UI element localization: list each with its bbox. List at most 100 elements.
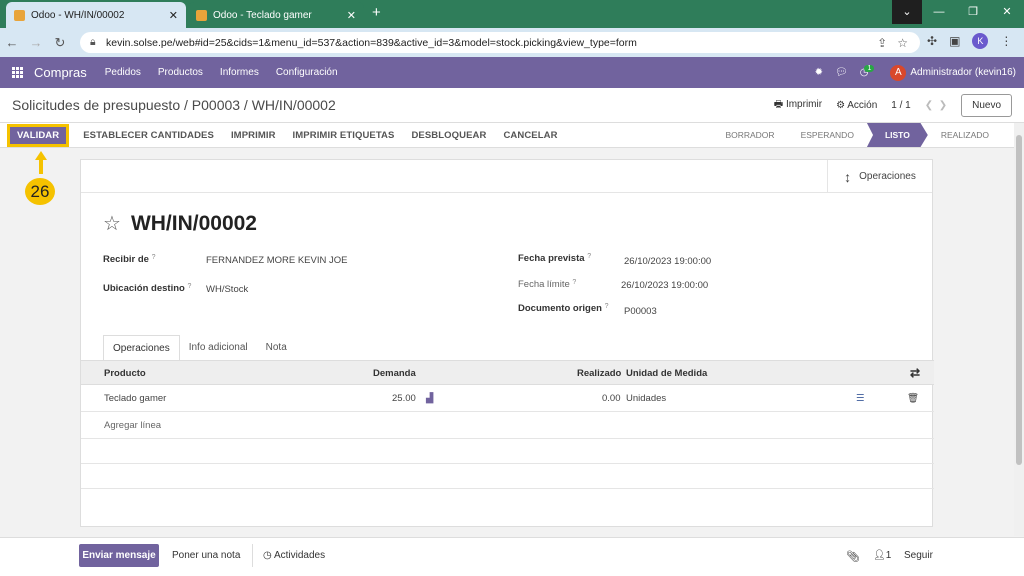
menu-pedidos[interactable]: Pedidos <box>105 67 141 78</box>
column-settings-icon[interactable]: ⇄ <box>910 366 920 380</box>
operations-smart-button[interactable]: ↕ Operaciones <box>827 160 932 193</box>
browser-tab-inactive[interactable]: Odoo - Teclado gamer ✕ <box>188 2 364 28</box>
ubicacion-value[interactable]: WH/Stock <box>206 284 248 295</box>
table-row[interactable]: Teclado gamer 25.00 ▟ 0.00 Unidades ☰ 🗑︎ <box>81 385 934 412</box>
row-product[interactable]: Teclado gamer <box>104 393 166 404</box>
pager-value[interactable]: 1 / 1 <box>891 100 910 111</box>
validate-button[interactable]: VALIDAR <box>6 123 70 147</box>
set-quantities-button[interactable]: ESTABLECER CANTIDADES <box>83 130 214 141</box>
page-scrollbar[interactable] <box>1014 123 1024 536</box>
window-controls: ⌄ — ❐ ✕ <box>892 0 1024 24</box>
recibir-de-value[interactable]: FERNANDEZ MORE KEVIN JOE <box>206 255 347 266</box>
details-list-icon[interactable]: ☰ <box>856 393 865 404</box>
activities-button[interactable]: ◷ Actividades <box>263 550 325 561</box>
col-unidad[interactable]: Unidad de Medida <box>626 368 707 379</box>
tab-operaciones[interactable]: Operaciones <box>103 335 180 362</box>
extensions-icon[interactable]: ✣ <box>927 34 937 48</box>
bug-icon[interactable]: ✹ <box>815 67 823 78</box>
browser-menu-icon[interactable]: ⋮ <box>1000 34 1012 48</box>
odoo-favicon-icon <box>14 9 25 21</box>
help-icon[interactable]: ? <box>605 303 609 310</box>
close-tab-icon[interactable]: ✕ <box>347 9 356 22</box>
help-icon[interactable]: ? <box>587 253 591 260</box>
pager-next-icon[interactable]: ❯ <box>939 100 947 111</box>
apps-grid-icon[interactable] <box>12 66 24 79</box>
log-note-button[interactable]: Poner una nota <box>172 550 240 561</box>
cancel-button[interactable]: CANCELAR <box>503 130 557 141</box>
forward-icon[interactable]: → <box>24 35 48 50</box>
status-listo[interactable]: LISTO <box>866 123 928 147</box>
tab-nota[interactable]: Nota <box>257 335 296 362</box>
followers-button[interactable]: 👤︎1 <box>873 550 891 561</box>
browser-toolbar: ← → ↻ 🔒︎ kevin.solse.pe/web#id=25&cids=1… <box>0 28 1024 57</box>
documento-value[interactable]: P00003 <box>624 306 657 317</box>
followers-count: 1 <box>885 550 892 561</box>
user-menu[interactable]: A Administrador (kevin16) <box>890 64 1016 81</box>
menu-productos[interactable]: Productos <box>158 67 203 78</box>
control-panel: Solicitudes de presupuesto / P00003 / WH… <box>0 88 1024 123</box>
close-tab-icon[interactable]: ✕ <box>169 9 178 22</box>
lock-icon: 🔒︎ <box>90 36 96 48</box>
close-window-icon[interactable]: ✕ <box>990 0 1024 24</box>
field-documento-origen: Documento origen ? P00003 <box>518 303 898 317</box>
follow-button[interactable]: Seguir <box>904 550 933 561</box>
pager-prev-icon[interactable]: ❮ <box>925 100 933 111</box>
restore-icon[interactable]: ❐ <box>956 0 990 24</box>
print-action-button[interactable]: IMPRIMIR <box>231 130 276 141</box>
share-icon[interactable]: ⇪ <box>877 36 887 50</box>
address-bar[interactable]: 🔒︎ kevin.solse.pe/web#id=25&cids=1&menu_… <box>80 32 920 53</box>
favorite-star-icon[interactable]: ☆ <box>103 214 121 234</box>
profile-avatar[interactable]: K <box>972 33 989 49</box>
record-title: WH/IN/00002 <box>130 212 257 235</box>
user-name: Administrador (kevin16) <box>910 67 1016 78</box>
browser-tab-active[interactable]: Odoo - WH/IN/00002 ✕ <box>6 2 186 28</box>
breadcrumb[interactable]: Solicitudes de presupuesto / P00003 / WH… <box>12 97 336 113</box>
new-button[interactable]: Nuevo <box>961 94 1012 117</box>
col-demanda[interactable]: Demanda <box>373 368 416 379</box>
unlock-button[interactable]: DESBLOQUEAR <box>411 130 486 141</box>
empty-row <box>81 439 934 464</box>
tab-search-icon[interactable]: ⌄ <box>892 0 922 24</box>
trash-icon[interactable]: 🗑︎ <box>907 393 919 404</box>
operations-label: Operaciones <box>859 171 916 182</box>
row-demand[interactable]: 25.00 <box>392 393 416 404</box>
attachment-paperclip-icon[interactable]: 📎︎ <box>846 550 860 563</box>
new-tab-icon[interactable]: + <box>372 5 381 20</box>
col-realizado[interactable]: Realizado <box>577 368 621 379</box>
help-icon[interactable]: ? <box>187 283 191 290</box>
back-icon[interactable]: ← <box>0 35 24 50</box>
tab-info-adicional[interactable]: Info adicional <box>180 335 257 362</box>
menu-informes[interactable]: Informes <box>220 67 259 78</box>
reload-icon[interactable]: ↻ <box>48 35 72 51</box>
activity-clock-icon[interactable]: ◷1 <box>860 65 879 78</box>
bookmark-star-icon[interactable]: ☆ <box>897 36 908 50</box>
help-icon[interactable]: ? <box>572 279 576 286</box>
row-uom[interactable]: Unidades <box>626 393 666 404</box>
add-line-link[interactable]: Agregar línea <box>104 420 161 431</box>
print-button[interactable]: 🖶︎ Imprimir <box>774 97 822 114</box>
menu-configuracion[interactable]: Configuración <box>276 67 338 78</box>
fecha-prevista-value[interactable]: 26/10/2023 19:00:00 <box>624 256 711 267</box>
status-borrador[interactable]: BORRADOR <box>712 123 787 147</box>
status-realizado[interactable]: REALIZADO <box>928 123 1002 147</box>
app-name[interactable]: Compras <box>34 65 87 80</box>
action-button[interactable]: ⚙ Acción <box>836 100 877 111</box>
add-line-row: Agregar línea <box>81 412 934 439</box>
chat-icon[interactable]: 💬︎ <box>835 67 848 78</box>
forecast-chart-icon[interactable]: ▟ <box>426 393 433 404</box>
minimize-icon[interactable]: — <box>922 0 956 24</box>
fecha-limite-value[interactable]: 26/10/2023 19:00:00 <box>621 280 708 291</box>
chatter-bar: Enviar mensaje Poner una nota ◷ Activida… <box>0 537 1024 576</box>
operations-table: Producto Demanda Realizado Unidad de Med… <box>81 360 934 489</box>
arrows-vertical-icon: ↕ <box>844 168 852 185</box>
print-labels-button[interactable]: IMPRIMIR ETIQUETAS <box>293 130 395 141</box>
send-message-button[interactable]: Enviar mensaje <box>79 544 159 567</box>
col-producto[interactable]: Producto <box>104 368 146 379</box>
help-icon[interactable]: ? <box>152 254 156 261</box>
empty-row <box>81 464 934 489</box>
form-sheet: ↕ Operaciones ☆ WH/IN/00002 Recibir de ?… <box>80 159 934 527</box>
sidebar-icon[interactable]: ▣ <box>949 34 960 48</box>
status-esperando[interactable]: ESPERANDO <box>788 123 867 147</box>
row-done[interactable]: 0.00 <box>602 393 621 404</box>
tab-title: Odoo - Teclado gamer <box>213 9 312 21</box>
